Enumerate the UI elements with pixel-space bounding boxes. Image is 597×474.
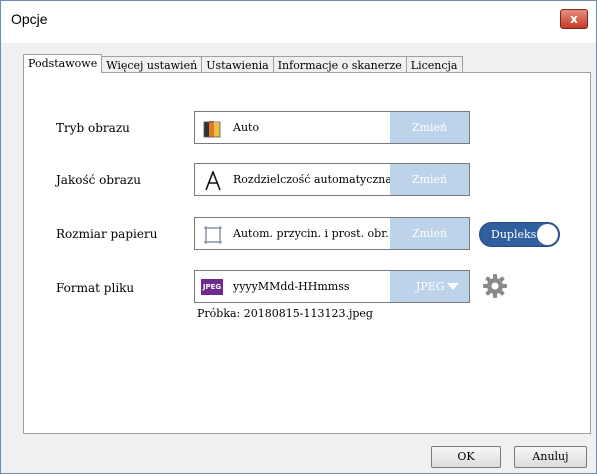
paper-size-value: Autom. przycin. i prost. obr. (233, 227, 389, 240)
file-format-selected: JPEG (416, 280, 445, 293)
jpeg-icon: JPEG (201, 279, 223, 295)
tab-bar: Podstawowe Więcej ustawień Ustawienia In… (23, 54, 463, 73)
file-format-dropdown[interactable]: JPEG (390, 271, 469, 302)
close-button[interactable]: x (560, 9, 588, 29)
image-quality-label: Jakość obrazu (56, 173, 142, 187)
paper-size-change-button[interactable]: Zmień (390, 218, 469, 249)
image-quality-change-button[interactable]: Zmień (390, 164, 469, 195)
cancel-button[interactable]: Anuluj (514, 446, 587, 468)
file-name-pattern: yyyyMMdd-HHmmss (233, 280, 350, 293)
file-format-label: Format pliku (56, 281, 135, 295)
file-format-field: JPEG yyyyMMdd-HHmmss JPEG (194, 270, 470, 303)
duplex-label: Dupleks (491, 228, 537, 241)
options-dialog: Opcje x Podstawowe Więcej ustawień Ustaw… (0, 0, 597, 474)
chevron-down-icon (447, 283, 459, 290)
paper-size-label: Rozmiar papieru (56, 227, 158, 241)
image-quality-value: Rozdzielczość automatyczna (233, 173, 392, 186)
tab-ustawienia[interactable]: Ustawienia (201, 56, 274, 73)
tab-licencja[interactable]: Licencja (405, 56, 463, 73)
window-title: Opcje (11, 11, 48, 27)
paper-crop-icon (204, 226, 222, 244)
duplex-toggle-knob (537, 224, 558, 245)
image-mode-label: Tryb obrazu (56, 121, 130, 135)
color-mode-icon (203, 121, 221, 138)
sample-filename: Próbka: 20180815-113123.jpeg (197, 307, 373, 320)
image-mode-value: Auto (233, 121, 260, 134)
letter-a-icon (205, 171, 221, 191)
image-mode-field: Auto Zmień (194, 111, 470, 144)
gear-icon[interactable] (482, 273, 508, 299)
tab-podstawowe[interactable]: Podstawowe (23, 54, 103, 73)
title-bar: Opcje x (1, 1, 596, 43)
tab-wiecej-ustawien[interactable]: Więcej ustawień (101, 56, 203, 73)
image-quality-field: Rozdzielczość automatyczna Zmień (194, 163, 470, 196)
tab-informacje-o-skanerze[interactable]: Informacje o skanerze (272, 56, 407, 73)
image-mode-change-button[interactable]: Zmień (390, 112, 469, 143)
ok-button[interactable]: OK (431, 446, 501, 468)
duplex-toggle[interactable]: Dupleks (479, 222, 560, 247)
paper-size-field: Autom. przycin. i prost. obr. Zmień (194, 217, 470, 250)
